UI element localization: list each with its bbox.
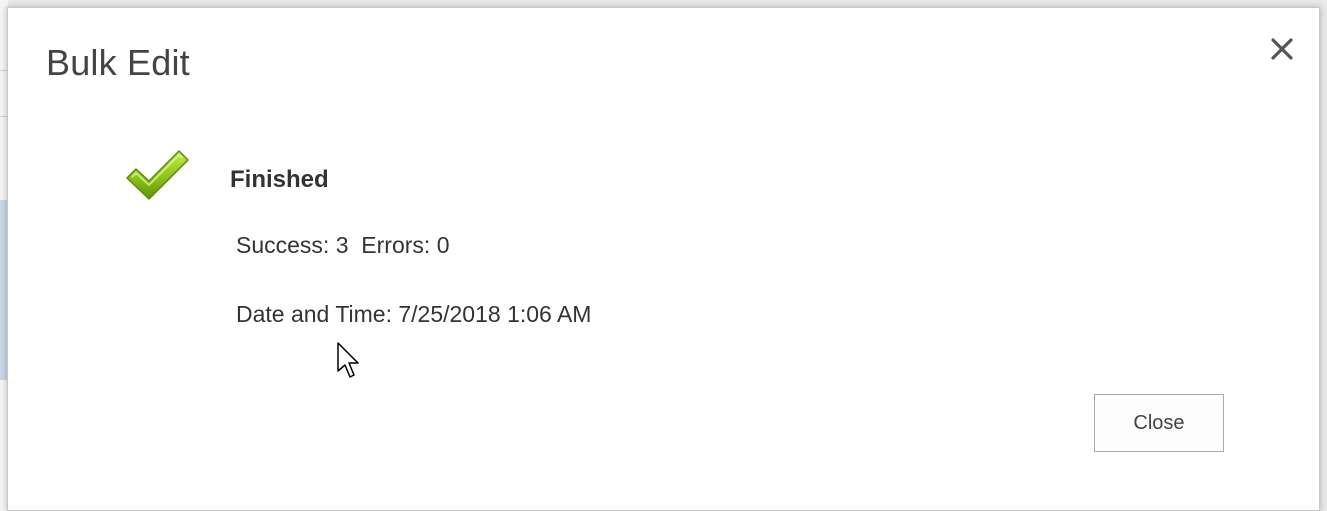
close-button[interactable]: Close <box>1094 394 1224 452</box>
date-time-line: Date and Time: 7/25/2018 1:06 AM <box>236 301 591 328</box>
datetime-label: Date and Time: <box>236 301 392 327</box>
datetime-value: 7/25/2018 1:06 AM <box>398 301 592 327</box>
bulk-edit-dialog: Bulk Edit Finished Success: 3 Errors: 0 … <box>7 7 1320 511</box>
success-label: Success: <box>236 232 330 258</box>
dialog-title: Bulk Edit <box>46 42 190 83</box>
success-count: 3 <box>335 232 349 258</box>
close-icon[interactable] <box>1269 36 1295 62</box>
result-counts: Success: 3 Errors: 0 <box>236 232 449 259</box>
mouse-cursor <box>337 342 363 382</box>
errors-count: 0 <box>436 232 450 258</box>
checkmark-icon <box>124 148 190 204</box>
errors-label: Errors: <box>361 232 431 258</box>
status-label: Finished <box>230 166 329 193</box>
